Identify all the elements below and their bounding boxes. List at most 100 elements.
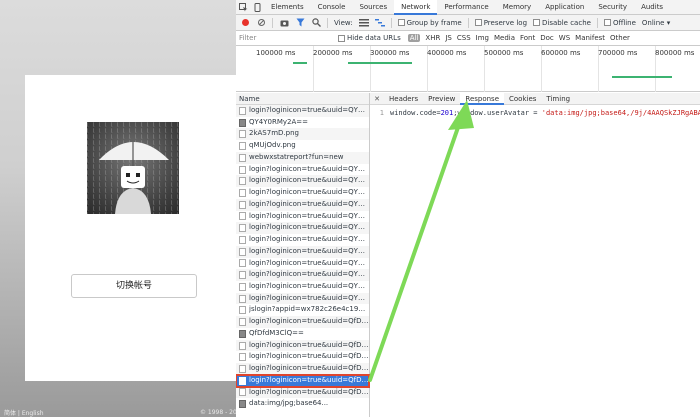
filter-type-js[interactable]: JS [445,34,452,42]
line-number: 1 [379,109,384,117]
tab-security[interactable]: Security [591,0,634,15]
record-icon[interactable] [240,18,250,28]
detail-tab-timing[interactable]: Timing [541,93,575,105]
request-row[interactable]: login?loginicon=true&uuid=QfDfdM3... [236,351,369,363]
request-row[interactable]: login?loginicon=true&uuid=QY4Y0R... [236,198,369,211]
tab-elements[interactable]: Elements [264,0,311,15]
document-file-icon [239,259,246,268]
filter-type-doc[interactable]: Doc [540,34,554,42]
request-row[interactable]: login?loginicon=true&uuid=QY4Y0R... [236,187,369,199]
request-row-selected[interactable]: login?loginicon=true&uuid=QfDfdM3... [236,373,370,388]
detail-tab-response[interactable]: Response [460,92,505,105]
request-row[interactable]: login?loginicon=true&uuid=QfDfdM3... [236,363,369,375]
request-row[interactable]: jslogin?appid=wx782c26e4c19acffb... [236,304,369,316]
tab-audits[interactable]: Audits [634,0,670,15]
detail-tab-cookies[interactable]: Cookies [504,93,541,105]
request-row[interactable]: login?loginicon=true&uuid=QY4Y0R... [236,164,369,176]
offline-checkbox[interactable]: Offline [603,19,636,27]
request-row[interactable]: login?loginicon=true&uuid=QfDfdM3... [236,316,369,328]
language-links[interactable]: 简体 | English [4,408,44,417]
name-column-header[interactable]: Name [236,93,369,105]
request-row[interactable]: login?loginicon=true&uuid=QfDfdM3... [236,339,369,352]
filter-type-media[interactable]: Media [494,34,515,42]
network-overview-timeline[interactable]: 100000 ms 200000 ms 300000 ms 400000 ms 5000… [236,46,700,92]
request-list[interactable]: Name login?loginicon=true&uuid=QY4Y0R...… [236,93,370,417]
tab-application[interactable]: Application [538,0,591,15]
tab-console[interactable]: Console [311,0,353,15]
document-file-icon [239,318,246,327]
timeline-tick-label: 800000 ms [655,49,695,57]
request-name: webwxstatreport?fun=new [249,152,344,161]
preserve-log-checkbox[interactable]: Preserve log [474,19,527,27]
filter-icon[interactable] [295,18,305,28]
request-row[interactable]: login?loginicon=true&uuid=QY4Y0R... [236,105,369,117]
filter-type-font[interactable]: Font [520,34,535,42]
timeline-tick-label: 200000 ms [313,49,353,57]
filter-type-xhr[interactable]: XHR [425,34,440,42]
request-row[interactable]: login?loginicon=true&uuid=QY4Y0R... [236,281,369,293]
tab-sources[interactable]: Sources [352,0,394,15]
request-name: login?loginicon=true&uuid=QfDfdM3... [249,375,369,384]
request-row[interactable]: login?loginicon=true&uuid=QY4Y0R... [236,258,369,270]
switch-account-button[interactable]: 切换帐号 [71,274,197,298]
response-body[interactable]: 1 window.code=201;window.userAvatar = 'da… [370,105,700,121]
request-row[interactable]: qMUjOdv.png [236,140,369,152]
filter-type-other[interactable]: Other [610,34,630,42]
request-row[interactable]: QY4Y0RMy2A== [236,117,369,129]
request-row[interactable]: login?loginicon=true&uuid=QY4Y0R... [236,222,369,235]
filter-input[interactable]: Filter [239,34,331,42]
filter-type-all[interactable]: All [407,34,421,42]
document-file-icon [239,365,246,374]
request-row[interactable]: login?loginicon=true&uuid=QY4Y0R... [236,269,369,282]
detail-tab-preview[interactable]: Preview [423,93,460,105]
document-file-icon [239,200,246,209]
detail-tab-headers[interactable]: Headers [384,93,423,105]
tab-memory[interactable]: Memory [496,0,538,15]
hide-data-urls-checkbox[interactable]: Hide data URLs [338,34,401,42]
capture-screenshots-icon[interactable] [279,18,289,28]
close-icon[interactable]: ✕ [370,95,384,103]
filter-type-ws[interactable]: WS [559,34,570,42]
timeline-tick-label: 700000 ms [598,49,638,57]
document-file-icon [239,376,246,385]
detail-tab-bar: ✕ Headers Preview Response Cookies Timing [370,92,700,105]
device-toolbar-icon[interactable] [250,0,264,14]
code-middle: ;window.userAvatar = [453,109,542,117]
request-row[interactable]: login?loginicon=true&uuid=QY4Y0R... [236,234,369,246]
request-row[interactable]: login?loginicon=true&uuid=QfDfdM3... [236,386,369,399]
clear-icon[interactable] [256,18,266,28]
throttling-select[interactable]: Online ▾ [642,19,670,27]
filter-type-img[interactable]: Img [476,34,489,42]
search-icon[interactable] [311,18,321,28]
tab-performance[interactable]: Performance [437,0,495,15]
request-row[interactable]: 2kAS7mD.png [236,128,369,141]
disable-cache-checkbox[interactable]: Disable cache [533,19,591,27]
request-row[interactable]: QfDfdM3ClQ== [236,328,369,340]
tab-network[interactable]: Network [394,0,438,15]
request-row[interactable]: data:img/jpg;base64... [236,398,369,410]
request-name: QfDfdM3ClQ== [249,328,304,337]
request-row[interactable]: login?loginicon=true&uuid=QY4Y0R... [236,211,369,223]
timeline-tick-label: 500000 ms [484,49,524,57]
filter-type-manifest[interactable]: Manifest [575,34,605,42]
timeline-tick-label: 300000 ms [370,49,410,57]
document-file-icon [239,306,246,315]
group-by-frame-checkbox[interactable]: Group by frame [397,19,462,27]
request-name: qMUjOdv.png [249,141,296,150]
request-row[interactable]: login?loginicon=true&uuid=QY4Y0R... [236,245,369,258]
request-row[interactable]: login?loginicon=true&uuid=QY4Y0R... [236,175,369,188]
filter-type-css[interactable]: CSS [457,34,471,42]
inspect-element-icon[interactable] [236,0,250,14]
avatar-string-value: 'data:img/jpg;base64,/9j/4AAQSkZJRgABAQ [541,109,700,117]
document-file-icon [239,294,246,303]
request-name: login?loginicon=true&uuid=QY4Y0R... [249,235,369,244]
large-rows-icon[interactable] [358,18,369,28]
request-row[interactable]: webwxstatreport?fun=new [236,151,369,164]
waterfall-view-icon[interactable] [374,18,385,28]
devtools-tab-bar: Elements Console Sources Network Performance… [236,0,700,15]
document-file-icon [239,282,246,291]
request-name: login?loginicon=true&uuid=QY4Y0R... [249,270,369,279]
request-name: login?loginicon=true&uuid=QY4Y0R... [249,223,369,232]
request-name: QY4Y0RMy2A== [249,117,308,126]
request-row[interactable]: login?loginicon=true&uuid=QY4Y0R... [236,292,369,305]
